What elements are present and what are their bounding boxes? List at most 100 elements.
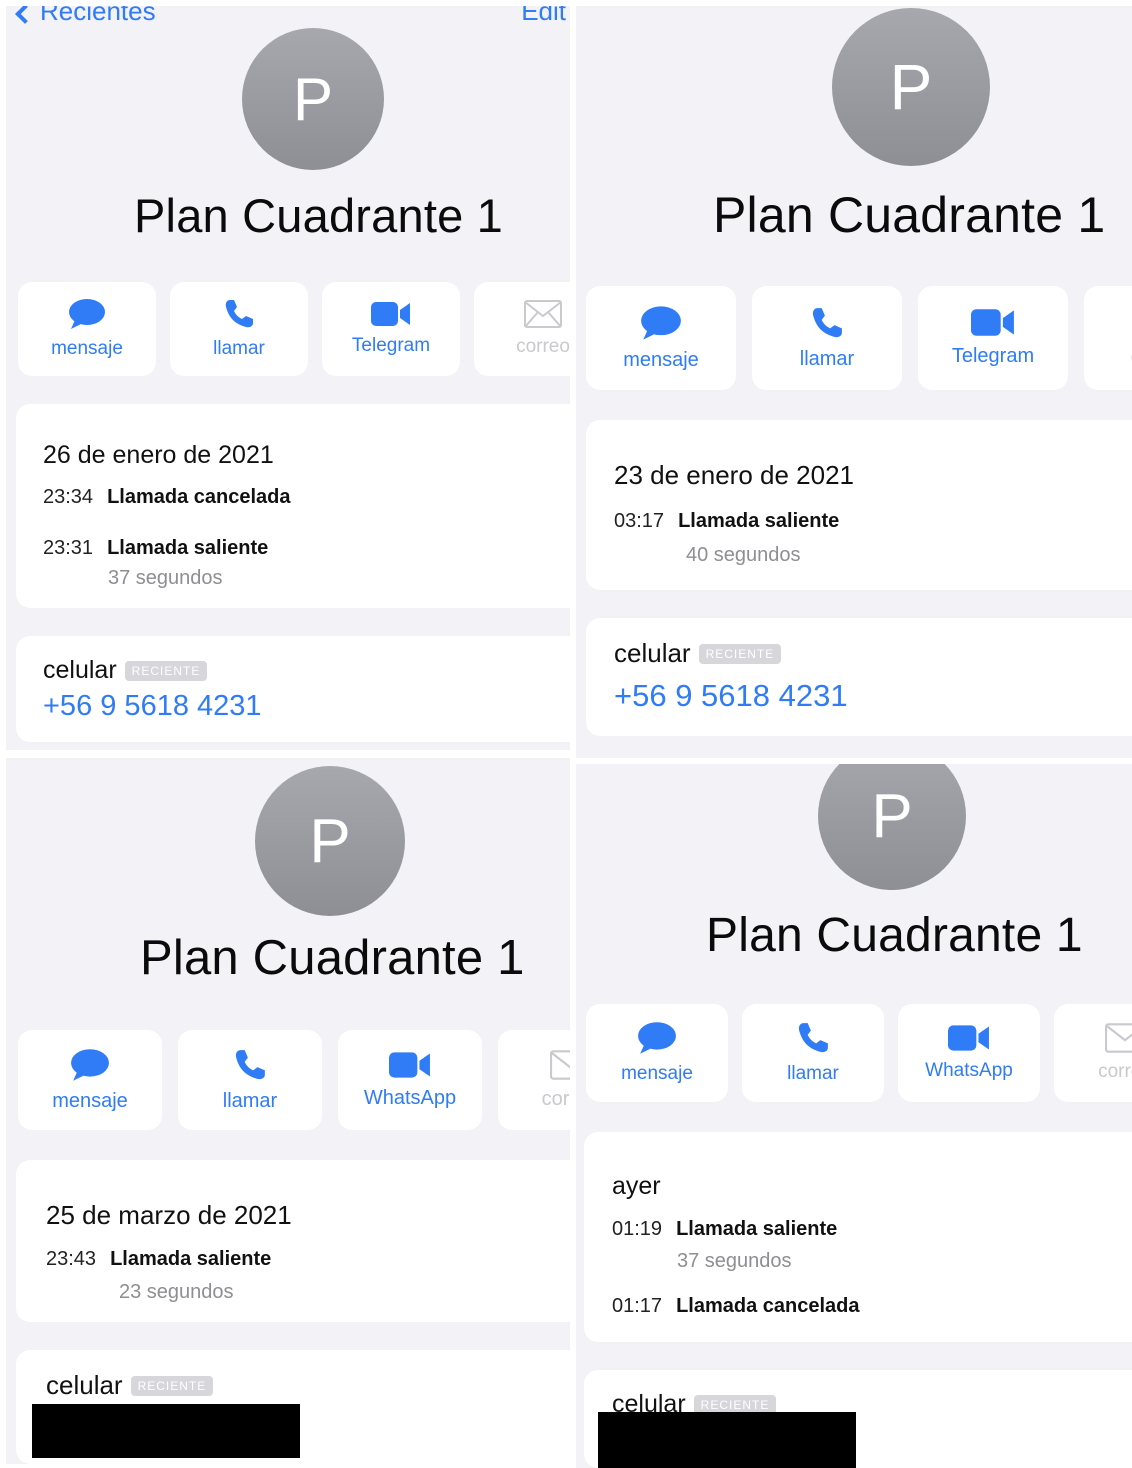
message-button[interactable]: mensaje <box>586 1004 728 1102</box>
call-time: 23:34 <box>43 486 94 508</box>
call-history-card: 26 de enero de 2021 23:34 Llamada cancel… <box>16 404 570 608</box>
phone-icon <box>812 307 842 337</box>
message-label: mensaje <box>621 1063 693 1084</box>
recent-badge: RECIENTE <box>124 660 208 681</box>
phone-number-link[interactable]: +56 9 5618 4231 <box>614 678 848 714</box>
contact-name: Plan Cuadrante 1 <box>706 909 1083 962</box>
call-type: Llamada saliente <box>678 510 840 532</box>
call-duration: 40 segundos <box>686 544 801 566</box>
video-whatsapp-button[interactable]: WhatsApp <box>338 1030 482 1130</box>
call-type: Llamada cancelada <box>107 486 291 508</box>
video-label: WhatsApp <box>363 1086 457 1109</box>
contact-name: Plan Cuadrante 1 <box>140 931 525 985</box>
call-date: 23 de enero de 2021 <box>614 460 854 490</box>
call-date: ayer <box>612 1172 661 1200</box>
recent-badge: RECIENTE <box>698 643 782 664</box>
call-duration: 23 segundos <box>119 1281 234 1303</box>
call-button[interactable]: llamar <box>178 1030 322 1130</box>
call-button[interactable]: llamar <box>170 282 308 376</box>
call-row: 23:31 Llamada saliente <box>43 537 268 560</box>
video-camera-icon <box>389 1051 430 1078</box>
call-button[interactable]: llamar <box>752 286 902 390</box>
recent-badge: RECIENTE <box>130 1375 214 1396</box>
call-time: 23:31 <box>43 537 94 559</box>
call-time: 01:19 <box>612 1218 663 1240</box>
mail-label: correo <box>1098 1061 1132 1082</box>
call-row: 03:17 Llamada saliente <box>614 510 839 533</box>
message-label: mensaje <box>52 1089 128 1112</box>
video-label: WhatsApp <box>925 1060 1013 1081</box>
message-bubble-icon <box>71 1048 109 1081</box>
call-row: 23:43 Llamada saliente <box>46 1248 271 1271</box>
call-label: llamar <box>222 1089 278 1112</box>
contact-name: Plan Cuadrante 1 <box>134 189 504 242</box>
phone-label-row: celular RECIENTE <box>43 656 208 685</box>
call-duration: 37 segundos <box>108 567 223 589</box>
call-time: 01:17 <box>612 1295 663 1317</box>
avatar: P <box>242 28 384 170</box>
call-duration: 37 segundos <box>677 1250 792 1272</box>
phone-type-label: celular <box>614 638 691 668</box>
phone-card: celular RECIENTE +56 9 5618 4231 <box>16 636 570 742</box>
envelope-icon <box>1105 1023 1132 1053</box>
envelope-icon <box>550 1049 570 1080</box>
video-label: Telegram <box>351 335 431 356</box>
phone-icon <box>225 300 253 328</box>
avatar: P <box>818 764 966 890</box>
mail-button[interactable]: correo <box>474 282 570 376</box>
mail-label: correo <box>541 1087 570 1110</box>
phone-icon <box>798 1023 828 1053</box>
action-bar: mensaje llamar Telegram correo <box>18 282 570 376</box>
mail-label: correo <box>516 336 570 357</box>
phone-type-label: celular <box>43 656 117 684</box>
mail-button[interactable]: correo <box>1054 1004 1132 1102</box>
contact-name: Plan Cuadrante 1 <box>713 187 1106 243</box>
message-bubble-icon <box>638 1022 676 1054</box>
message-label: mensaje <box>623 348 699 371</box>
contact-panel-1: Recientes Edit P Plan Cuadrante 1 mensaj… <box>6 6 570 750</box>
message-button[interactable]: mensaje <box>18 282 156 376</box>
chevron-left-icon <box>15 6 35 24</box>
phone-icon <box>235 1049 265 1079</box>
back-button[interactable]: Recientes <box>15 6 156 27</box>
envelope-icon <box>524 300 562 328</box>
mail-button[interactable]: correo <box>498 1030 570 1130</box>
video-camera-icon <box>371 302 410 326</box>
call-history-card: 23 de enero de 2021 03:17 Llamada salien… <box>586 420 1132 590</box>
video-camera-icon <box>971 309 1014 336</box>
redacted-phone-number <box>32 1404 300 1458</box>
call-button[interactable]: llamar <box>742 1004 884 1102</box>
phone-label-row: celular RECIENTE <box>46 1370 214 1401</box>
mail-button[interactable]: correo <box>1084 286 1132 390</box>
call-time: 23:43 <box>46 1248 97 1270</box>
phone-card: celular RECIENTE +56 9 5618 4231 <box>586 618 1132 736</box>
call-history-card: 25 de marzo de 2021 23:43 Llamada salien… <box>16 1160 570 1322</box>
call-type: Llamada saliente <box>107 537 269 559</box>
message-button[interactable]: mensaje <box>18 1030 162 1130</box>
edit-button[interactable]: Edit <box>521 6 566 27</box>
call-label: llamar <box>213 338 265 359</box>
video-camera-icon <box>948 1025 989 1051</box>
video-telegram-button[interactable]: Telegram <box>322 282 460 376</box>
message-label: mensaje <box>51 338 123 359</box>
avatar: P <box>255 766 405 916</box>
redacted-phone-number <box>598 1412 856 1468</box>
call-type: Llamada cancelada <box>676 1295 860 1317</box>
video-telegram-button[interactable]: Telegram <box>918 286 1068 390</box>
call-date: 25 de marzo de 2021 <box>46 1200 292 1230</box>
contact-panel-2: P Plan Cuadrante 1 mensaje llamar Telegr… <box>576 6 1132 758</box>
message-button[interactable]: mensaje <box>586 286 736 390</box>
call-type: Llamada saliente <box>110 1248 272 1270</box>
action-bar: mensaje llamar Telegram correo <box>586 286 1132 390</box>
action-bar: mensaje llamar WhatsApp correo <box>18 1030 570 1130</box>
action-bar: mensaje llamar WhatsApp correo <box>586 1004 1132 1102</box>
video-whatsapp-button[interactable]: WhatsApp <box>898 1004 1040 1102</box>
call-row: 01:19 Llamada saliente <box>612 1218 837 1241</box>
call-label: llamar <box>799 347 855 370</box>
call-row: 01:17 Llamada cancelada <box>612 1295 860 1318</box>
back-label: Recientes <box>40 6 156 26</box>
call-date: 26 de enero de 2021 <box>43 441 274 469</box>
call-history-card: ayer 01:19 Llamada saliente 37 segundos … <box>584 1132 1132 1342</box>
avatar: P <box>832 8 990 166</box>
phone-number-link[interactable]: +56 9 5618 4231 <box>43 690 262 723</box>
